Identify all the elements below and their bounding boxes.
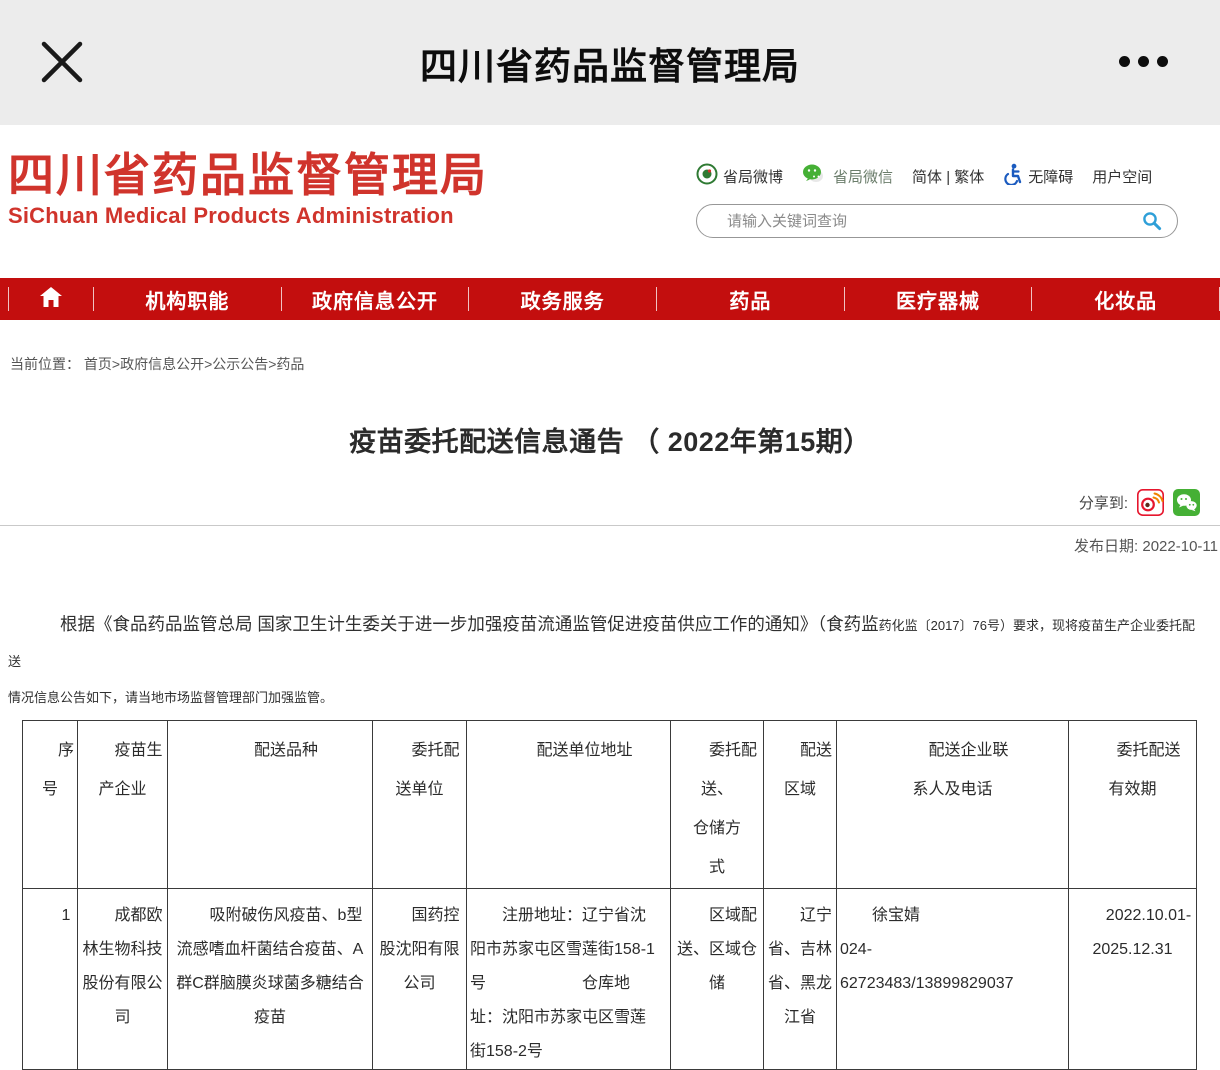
- site-header: 四川省药品监督管理局 SiChuan Medical Products Admi…: [0, 125, 1220, 278]
- main-nav: 机构职能 政府信息公开 政务服务 药品 医疗器械 化妆品: [0, 278, 1220, 320]
- paragraph-large-text: 根据《食品药品监管总局 国家卫生计生委关于进一步加强疫苗流通监管促进疫苗供应工作…: [60, 614, 879, 634]
- paragraph-small-text-2: 情况信息公告如下，请当地市场监督管理部门加强监管。: [8, 690, 333, 705]
- weibo-badge-icon: [696, 163, 718, 189]
- nav-item-cosmetics[interactable]: 化妆品: [1032, 285, 1219, 314]
- wechat-link[interactable]: 省局微信: [802, 163, 893, 189]
- logo-chinese-title: 四川省药品监督管理局: [8, 151, 488, 201]
- col-header-delivery-company: 委托配 送单位: [373, 721, 467, 889]
- cell-manufacturer: 成都欧 林生物科技 股份有限公 司: [78, 889, 168, 1070]
- cell-company-address: 注册地址：辽宁省沈 阳市苏家屯区雪莲街158-1 号 仓库地 址：沈阳市苏家屯区…: [467, 889, 671, 1070]
- col-header-validity: 委托配送 有效期: [1069, 721, 1197, 889]
- weibo-link[interactable]: 省局微博: [696, 163, 783, 189]
- cell-delivery-mode: 区域配 送、区域仓 储: [671, 889, 764, 1070]
- nav-item-gov-info[interactable]: 政府信息公开: [282, 285, 469, 314]
- nav-home-button[interactable]: [9, 285, 93, 314]
- article-paragraph: 根据《食品药品监管总局 国家卫生计生委关于进一步加强疫苗流通监管促进疫苗供应工作…: [0, 606, 1220, 716]
- share-row: 分享到:: [0, 489, 1220, 516]
- nav-item-org-functions[interactable]: 机构职能: [94, 285, 281, 314]
- breadcrumb-label: 当前位置：: [10, 356, 80, 372]
- accessibility-icon: [1003, 163, 1023, 189]
- cell-contact: 徐宝婧 024- 62723483/13899829037: [837, 889, 1069, 1070]
- share-wechat-icon[interactable]: [1173, 489, 1200, 516]
- search-input[interactable]: [725, 212, 1141, 231]
- cell-delivery-region: 辽宁 省、吉林 省、黑龙 江省: [764, 889, 837, 1070]
- delivery-table: 序 号 疫苗生 产企业 配送品种 委托配 送单位 配送单位地址 委托配 送、 仓…: [22, 720, 1197, 1070]
- home-icon: [38, 285, 64, 314]
- more-menu-icon[interactable]: [1119, 56, 1168, 67]
- logo-english-title: SiChuan Medical Products Administration: [8, 203, 488, 229]
- cell-validity: 2022.10.01- 2025.12.31: [1069, 889, 1197, 1070]
- publish-date-value: 2022-10-11: [1142, 538, 1218, 555]
- wechat-titlebar: 四川省药品监督管理局: [0, 0, 1220, 125]
- cell-products: 吸附破伤风疫苗、b型 流感嗜血杆菌结合疫苗、A 群C群脑膜炎球菌多糖结合 疫苗: [168, 889, 373, 1070]
- close-icon[interactable]: [36, 36, 88, 88]
- share-label: 分享到:: [1079, 492, 1128, 513]
- cell-delivery-company: 国药控 股沈阳有限 公司: [373, 889, 467, 1070]
- article-title: 疫苗委托配送信息通告 （ 2022年第15期）: [0, 420, 1220, 459]
- col-header-delivery-mode: 委托配 送、 仓储方 式: [671, 721, 764, 889]
- accessibility-link[interactable]: 无障碍: [1003, 163, 1073, 189]
- col-header-delivery-region: 配送 区域: [764, 721, 837, 889]
- horizontal-divider: [0, 525, 1220, 526]
- delivery-table-wrap: 序 号 疫苗生 产企业 配送品种 委托配 送单位 配送单位地址 委托配 送、 仓…: [22, 720, 1220, 1070]
- page-title: 四川省药品监督管理局: [420, 36, 800, 90]
- publish-date: 发布日期: 2022-10-11: [0, 535, 1220, 556]
- language-toggle[interactable]: 简体 | 繁体: [912, 166, 984, 187]
- col-header-products: 配送品种: [168, 721, 373, 889]
- wechat-icon: [802, 163, 828, 189]
- search-icon[interactable]: [1141, 210, 1163, 232]
- nav-item-drugs[interactable]: 药品: [657, 285, 844, 314]
- cell-index: 1: [23, 889, 78, 1070]
- quick-links: 省局微博 省局微信 简体 | 繁体 无障碍 用户空间: [696, 163, 1178, 189]
- table-header-row: 序 号 疫苗生 产企业 配送品种 委托配 送单位 配送单位地址 委托配 送、 仓…: [23, 721, 1197, 889]
- col-header-manufacturer: 疫苗生 产企业: [78, 721, 168, 889]
- col-header-company-address: 配送单位地址: [467, 721, 671, 889]
- user-space-link[interactable]: 用户空间: [1092, 166, 1152, 187]
- table-row: 1 成都欧 林生物科技 股份有限公 司 吸附破伤风疫苗、b型 流感嗜血杆菌结合疫…: [23, 889, 1197, 1070]
- col-header-index: 序 号: [23, 721, 78, 889]
- col-header-contact: 配送企业联 系人及电话: [837, 721, 1069, 889]
- publish-date-label: 发布日期:: [1074, 538, 1138, 555]
- breadcrumb-path[interactable]: 首页>政府信息公开>公示公告>药品: [84, 356, 305, 372]
- search-box: [696, 204, 1178, 238]
- site-logo: 四川省药品监督管理局 SiChuan Medical Products Admi…: [8, 151, 488, 278]
- share-weibo-icon[interactable]: [1137, 489, 1164, 516]
- nav-item-gov-services[interactable]: 政务服务: [469, 285, 656, 314]
- nav-item-medical-devices[interactable]: 医疗器械: [845, 285, 1032, 314]
- breadcrumb: 当前位置： 首页>政府信息公开>公示公告>药品: [10, 354, 1220, 374]
- header-right: 省局微博 省局微信 简体 | 繁体 无障碍 用户空间: [696, 151, 1178, 278]
